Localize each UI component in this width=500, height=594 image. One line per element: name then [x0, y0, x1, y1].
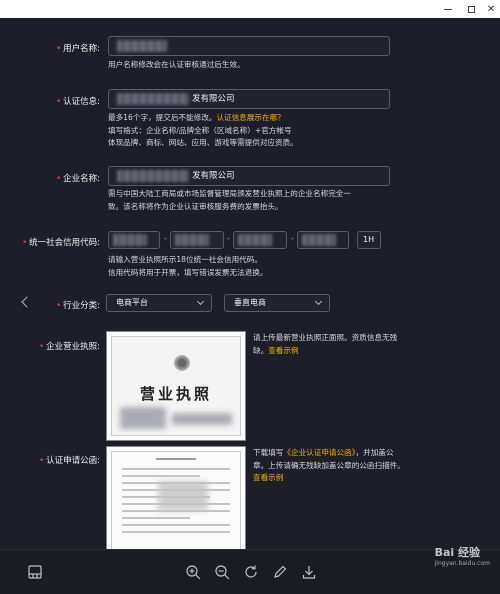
redacted-area: [172, 413, 232, 425]
business-license-label: • 企业营业执照:: [39, 342, 100, 352]
download-icon[interactable]: [301, 564, 317, 580]
chevron-down-icon: [196, 297, 205, 306]
cert-info-hint: 最多16个字，提交后不能修改。认证信息展示在哪？ 填写格式：企业名称/品牌全称（…: [108, 113, 298, 147]
application-example-link[interactable]: 查看示例: [253, 473, 283, 482]
edit-icon[interactable]: [272, 564, 288, 580]
industry-secondary-select[interactable]: 垂直电商: [224, 294, 330, 312]
national-emblem-icon: [174, 355, 190, 371]
minimize-icon[interactable]: [437, 0, 459, 18]
baidu-watermark: Bai 经验 jingyan.baidu.com: [434, 546, 490, 567]
credit-code-separator: -: [164, 234, 167, 243]
credit-code-separator: -: [291, 234, 294, 243]
rotate-icon[interactable]: [243, 564, 259, 580]
chevron-down-icon: [314, 297, 323, 306]
credit-code-hint: 请输入营业执照所示18位统一社会信用代码。 信用代码将用于开票，填写错误发票无法…: [108, 255, 268, 277]
chevron-left-icon[interactable]: [18, 290, 36, 314]
business-license-preview[interactable]: 营业执照: [106, 331, 246, 441]
zoom-in-icon[interactable]: [185, 564, 201, 580]
credit-code-segment-3[interactable]: [233, 231, 287, 249]
license-example-link[interactable]: 查看示例: [268, 346, 298, 355]
company-name-label: • 企业名称:: [56, 174, 100, 184]
application-label: • 认证申请公函:: [39, 456, 100, 466]
application-template-link[interactable]: 《企业认证申请公函》: [283, 448, 355, 457]
credit-code-label: • 统一社会信用代码:: [22, 238, 100, 248]
industry-primary-select[interactable]: 电商平台: [106, 294, 212, 312]
viewer-toolbar: [0, 549, 500, 594]
credit-code-segment-5[interactable]: 1H: [357, 231, 381, 249]
application-letter-preview[interactable]: [106, 446, 246, 549]
credit-code-separator: -: [227, 234, 230, 243]
maximize-icon[interactable]: [460, 0, 482, 18]
company-name-hint: 需与中国大陆工商局或市场监督管理局颁发营业执照上的企业名称完全一 致。该名称将作…: [108, 189, 351, 211]
close-icon[interactable]: ✕: [480, 0, 500, 18]
redacted-area: [120, 407, 166, 429]
license-title: 营业执照: [139, 385, 212, 403]
panel-icon[interactable]: [27, 564, 43, 580]
company-name-input[interactable]: 发有限公司: [108, 166, 390, 186]
industry-label: • 行业分类:: [56, 301, 100, 311]
business-license-hint: 请上传最新营业执照正面照。资质信息无残 缺。查看示例: [253, 333, 398, 355]
cert-info-link[interactable]: 认证信息展示在哪？: [216, 113, 284, 122]
credit-code-segment-1[interactable]: [108, 231, 160, 249]
cert-info-input[interactable]: 发有限公司: [108, 89, 390, 109]
application-hint: 下载填写《企业认证申请公函》，并加盖公 章。上传请确无残缺加盖公章的公函扫描件。…: [253, 448, 405, 482]
credit-code-segment-4[interactable]: [297, 231, 349, 249]
username-hint: 用户名称修改会在认证审核通过后生效。: [108, 60, 245, 69]
redacted-area: [158, 481, 208, 511]
cert-info-label: • 认证信息:: [56, 97, 100, 107]
window-titlebar: ✕: [0, 0, 500, 18]
username-input[interactable]: [108, 36, 390, 56]
credit-code-segment-2[interactable]: [170, 231, 224, 249]
username-label: • 用户名称:: [56, 44, 100, 54]
image-viewer-content: • 用户名称: 用户名称修改会在认证审核通过后生效。 • 认证信息: 发有限公司 最…: [0, 18, 500, 549]
zoom-out-icon[interactable]: [214, 564, 230, 580]
